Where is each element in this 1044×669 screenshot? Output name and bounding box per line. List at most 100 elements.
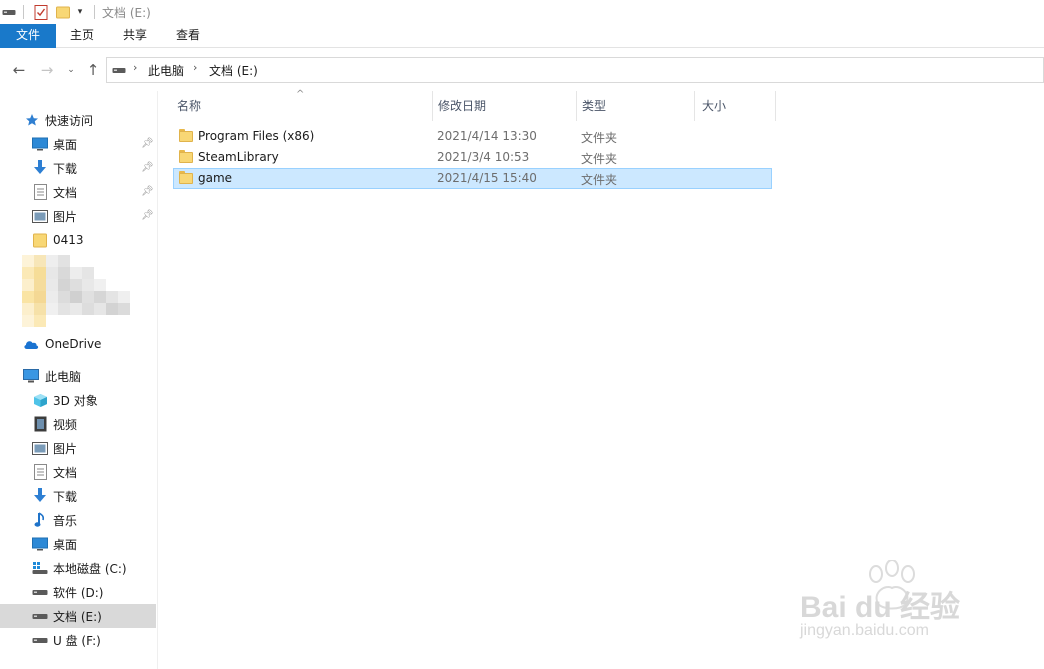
file-row-selected[interactable]: game 2021/4/15 15:40 文件夹: [173, 168, 772, 189]
file-row[interactable]: SteamLibrary 2021/3/4 10:53 文件夹: [173, 147, 772, 168]
folder-icon: [179, 129, 193, 142]
sidebar-item-label: 桌面: [53, 537, 78, 552]
titlebar-separator: [23, 5, 24, 19]
column-header-type[interactable]: 类型: [582, 91, 694, 121]
folder-icon: [179, 150, 193, 163]
watermark-brand: Bai du 经验: [800, 591, 961, 624]
customize-quick-access-icon[interactable]: ▾: [74, 4, 86, 20]
file-name: game: [198, 171, 233, 185]
tab-view[interactable]: 查看: [164, 24, 212, 48]
sidebar-item-downloads-quick[interactable]: 下载 📌︎: [0, 156, 156, 180]
sidebar-item-pictures[interactable]: 图片: [0, 436, 156, 460]
system-drive-icon: [32, 560, 48, 576]
up-arrow-icon[interactable]: ↑: [84, 61, 102, 79]
column-header-date[interactable]: 修改日期: [438, 91, 576, 121]
star-icon: [24, 112, 40, 128]
sidebar-item-label: 文档: [53, 185, 78, 200]
sidebar-item-label: 3D 对象: [53, 393, 98, 408]
sidebar-item-desktop-quick[interactable]: 桌面 📌︎: [0, 132, 156, 156]
back-arrow-icon[interactable]: ←: [10, 61, 28, 79]
sidebar-item-label: 音乐: [53, 513, 78, 528]
sidebar-item-3d-objects[interactable]: 3D 对象: [0, 388, 156, 412]
column-header-name[interactable]: 名称: [177, 91, 432, 121]
drive-icon: [111, 62, 127, 78]
tab-share[interactable]: 共享: [111, 24, 159, 48]
3d-objects-icon: [32, 392, 48, 408]
sidebar-item-label: 文档 (E:): [53, 609, 102, 624]
sidebar-item-label: 文档: [53, 465, 78, 480]
download-icon: [32, 488, 48, 504]
title-bar: ▾ 文档 (E:): [0, 0, 1044, 24]
sidebar-item-pictures-quick[interactable]: 图片 📌︎: [0, 204, 156, 228]
sidebar-item-drive-e[interactable]: 文档 (E:): [0, 604, 156, 628]
tab-home[interactable]: 主页: [58, 24, 106, 48]
column-divider[interactable]: [775, 91, 776, 121]
file-date: 2021/4/14 13:30: [437, 129, 537, 143]
properties-icon[interactable]: [33, 4, 49, 20]
recent-locations-chevron-icon[interactable]: ⌄: [64, 61, 78, 79]
folder-icon: [32, 232, 48, 248]
picture-icon: [32, 208, 48, 224]
breadcrumb-this-pc[interactable]: 此电脑: [148, 62, 184, 79]
column-divider[interactable]: [576, 91, 577, 121]
tab-file[interactable]: 文件: [0, 24, 56, 48]
picture-icon: [32, 440, 48, 456]
document-icon: [32, 184, 48, 200]
pin-icon: 📌︎: [141, 138, 154, 149]
file-row[interactable]: Program Files (x86) 2021/4/14 13:30 文件夹: [173, 126, 772, 147]
sidebar-item-drive-f[interactable]: U 盘 (F:): [0, 628, 156, 652]
sidebar-item-drive-c[interactable]: 本地磁盘 (C:): [0, 556, 156, 580]
sidebar-item-label: 图片: [53, 209, 78, 224]
navigation-pane: 快速访问 桌面 📌︎ 下载 📌︎ 文档 📌︎ 图片 📌︎ 0413 OneDri…: [0, 91, 158, 669]
sidebar-item-this-pc[interactable]: 此电脑: [0, 364, 156, 388]
new-folder-icon[interactable]: [55, 4, 71, 20]
cloud-icon: [23, 336, 39, 352]
file-name: SteamLibrary: [198, 150, 279, 164]
breadcrumb-chevron-icon[interactable]: ›: [133, 61, 137, 74]
column-divider[interactable]: [432, 91, 433, 121]
download-icon: [32, 160, 48, 176]
forward-arrow-icon[interactable]: →: [38, 61, 56, 79]
folder-icon: [179, 171, 193, 184]
computer-icon: [23, 368, 39, 384]
sidebar-item-label: 视频: [53, 417, 78, 432]
video-icon: [32, 416, 48, 432]
sidebar-item-music[interactable]: 音乐: [0, 508, 156, 532]
baidu-jingyan-watermark: Bai du 经验 jingyan.baidu.com: [800, 560, 1000, 650]
file-type: 文件夹: [581, 173, 618, 187]
sidebar-item-documents-quick[interactable]: 文档 📌︎: [0, 180, 156, 204]
sidebar-item-desktop[interactable]: 桌面: [0, 532, 156, 556]
ribbon-tabs: 文件 主页 共享 查看: [0, 24, 1044, 48]
sidebar-item-drive-d[interactable]: 软件 (D:): [0, 580, 156, 604]
sidebar-item-0413[interactable]: 0413: [0, 228, 156, 252]
drive-icon: [32, 584, 48, 600]
breadcrumb-current-drive[interactable]: 文档 (E:): [209, 62, 258, 79]
sidebar-item-label: 0413: [53, 233, 84, 247]
sidebar-item-documents[interactable]: 文档: [0, 460, 156, 484]
column-header-size[interactable]: 大小: [702, 91, 774, 121]
breadcrumb-chevron-icon[interactable]: ›: [193, 61, 197, 74]
file-date: 2021/4/15 15:40: [437, 171, 537, 185]
address-bar[interactable]: › 此电脑 › 文档 (E:): [106, 57, 1044, 83]
desktop-icon: [32, 536, 48, 552]
sidebar-item-label: 图片: [53, 441, 78, 456]
document-icon: [32, 464, 48, 480]
drive-icon: [32, 632, 48, 648]
drive-icon: [2, 4, 16, 20]
sidebar-item-quick-access[interactable]: 快速访问: [0, 108, 156, 132]
pin-icon: 📌︎: [141, 210, 154, 221]
sidebar-item-downloads[interactable]: 下载: [0, 484, 156, 508]
sidebar-item-label: 下载: [53, 489, 78, 504]
sidebar-item-label: 快速访问: [45, 113, 94, 128]
sidebar-item-onedrive[interactable]: OneDrive: [0, 332, 156, 356]
sidebar-item-label: 此电脑: [45, 369, 82, 384]
window-title: 文档 (E:): [102, 6, 151, 20]
pin-icon: 📌︎: [141, 162, 154, 173]
column-divider[interactable]: [694, 91, 695, 121]
pin-icon: 📌︎: [141, 186, 154, 197]
file-type: 文件夹: [581, 131, 618, 145]
sidebar-item-videos[interactable]: 视频: [0, 412, 156, 436]
sidebar-item-label: OneDrive: [45, 337, 102, 351]
desktop-icon: [32, 136, 48, 152]
file-type: 文件夹: [581, 152, 618, 166]
